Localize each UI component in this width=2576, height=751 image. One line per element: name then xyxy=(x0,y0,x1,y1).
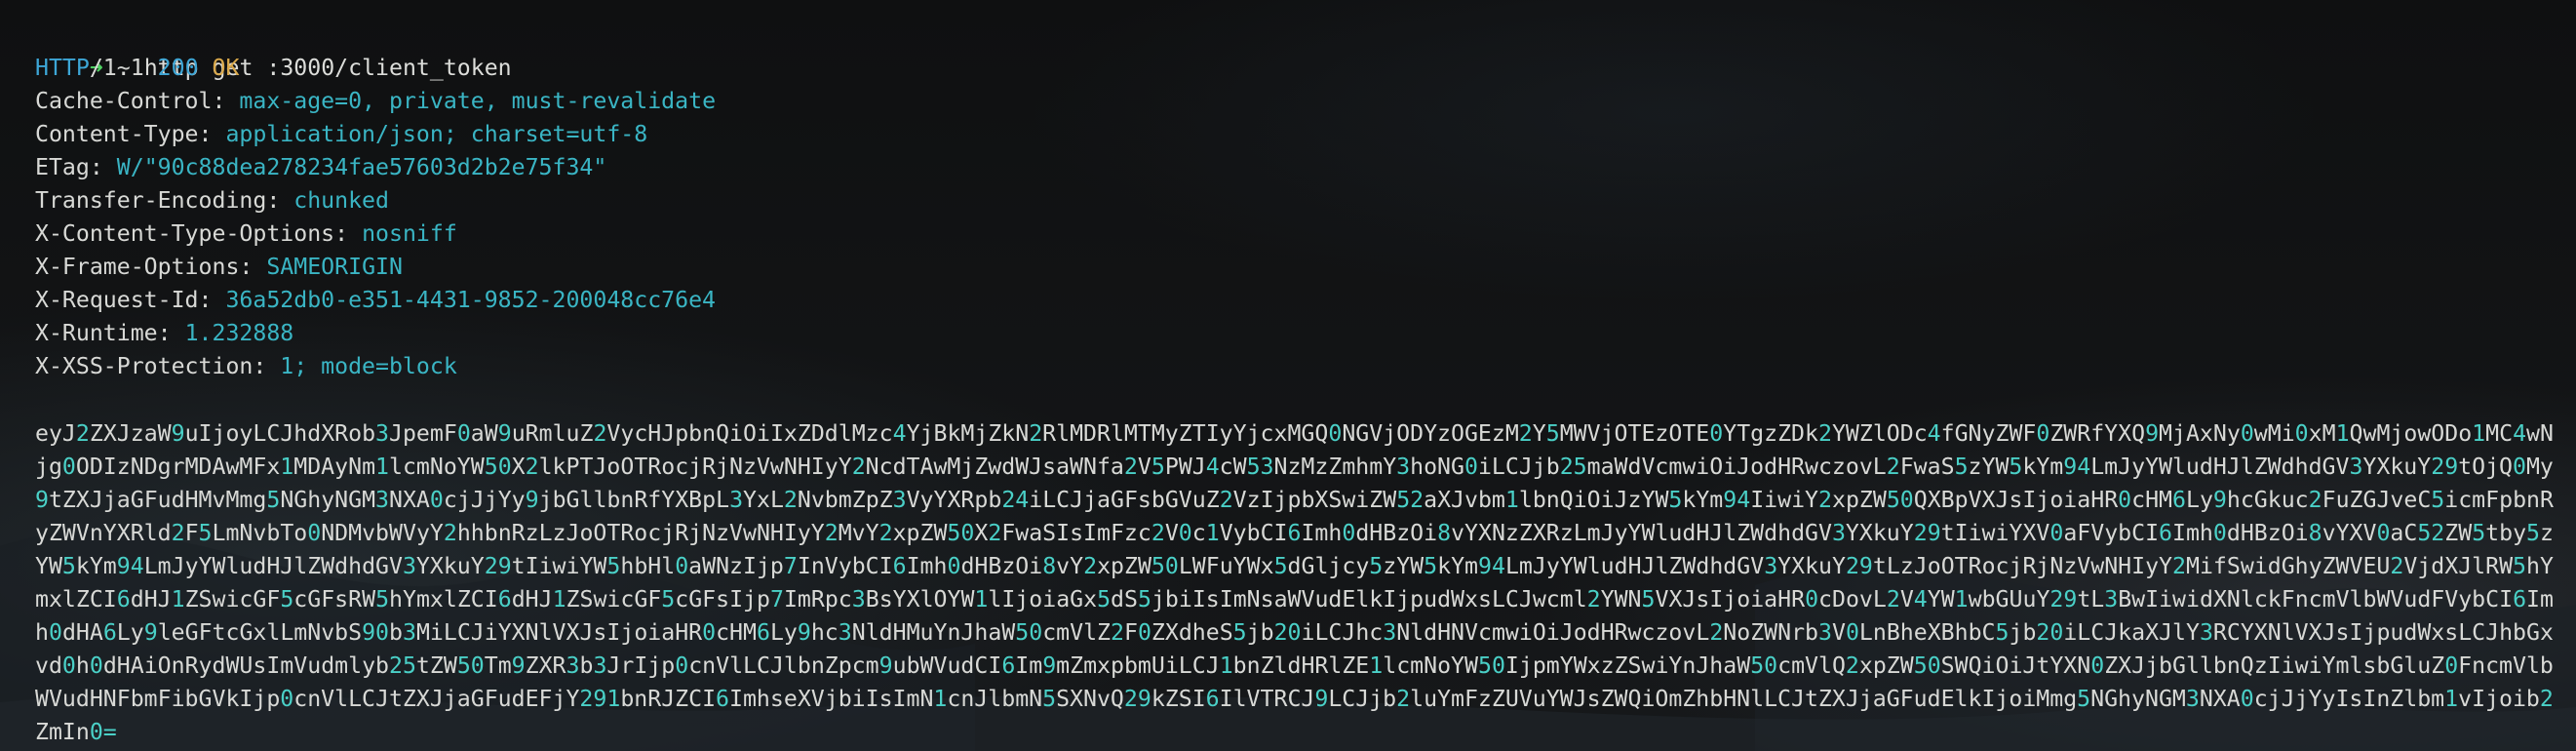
status-text: OK xyxy=(212,55,240,81)
header-value: max-age=0, private, must-revalidate xyxy=(239,88,717,114)
prompt-line: ➜ ~ http get :3000/client_token xyxy=(35,19,512,81)
header-value: 1; mode=block xyxy=(280,353,457,379)
header-line: X-Content-Type-Options: nosniff xyxy=(35,217,457,251)
status-code: 200 xyxy=(157,55,199,81)
status-protocol: HTTP xyxy=(35,55,90,81)
header-line: X-XSS-Protection: 1; mode=block xyxy=(35,350,457,383)
header-line: X-Request-Id: 36a52db0-e351-4431-9852-20… xyxy=(35,284,716,317)
header-name: X-Content-Type-Options: xyxy=(35,220,349,247)
header-line: X-Frame-Options: SAMEORIGIN xyxy=(35,251,403,284)
header-name: ETag: xyxy=(35,154,103,180)
header-name: Transfer-Encoding: xyxy=(35,187,281,214)
header-name: X-Frame-Options: xyxy=(35,254,254,280)
header-name: X-Request-Id: xyxy=(35,287,213,313)
header-line: ETag: W/"90c88dea278234fae57603d2b2e75f3… xyxy=(35,151,606,184)
header-line: Cache-Control: max-age=0, private, must-… xyxy=(35,85,716,118)
header-value: nosniff xyxy=(362,220,457,247)
header-line: X-Runtime: 1.232888 xyxy=(35,317,293,350)
header-name: X-XSS-Protection: xyxy=(35,353,267,379)
terminal-window[interactable]: ➜ ~ http get :3000/client_token HTTP/1.1… xyxy=(0,0,2576,751)
header-value: W/"90c88dea278234fae57603d2b2e75f34" xyxy=(116,154,607,180)
header-name: X-Runtime: xyxy=(35,320,172,346)
header-name: Content-Type: xyxy=(35,121,213,147)
response-body[interactable]: eyJ2ZXJzaW9uIjoyLCJhdXRob3JpemF0aW9uRmlu… xyxy=(35,417,2562,749)
header-line: Content-Type: application/json; charset=… xyxy=(35,118,647,151)
header-name: Cache-Control: xyxy=(35,88,226,114)
status-line: HTTP/1.1 200 OK xyxy=(35,52,239,85)
header-value: chunked xyxy=(293,187,389,214)
header-value: application/json; charset=utf-8 xyxy=(225,121,648,147)
status-version: /1.1 xyxy=(89,55,144,81)
header-line: Transfer-Encoding: chunked xyxy=(35,184,389,217)
header-value: 1.232888 xyxy=(184,320,294,346)
header-value: 36a52db0-e351-4431-9852-200048cc76e4 xyxy=(225,287,717,313)
header-value: SAMEORIGIN xyxy=(266,254,403,280)
